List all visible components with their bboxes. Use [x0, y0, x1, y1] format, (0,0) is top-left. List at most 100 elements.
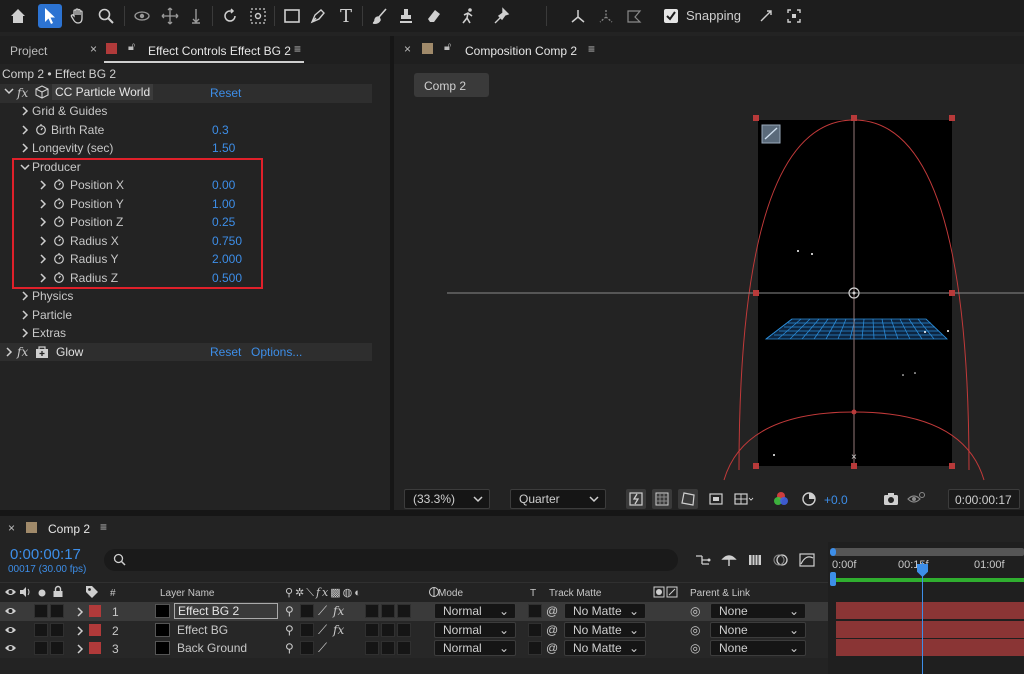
layer-name[interactable]: Effect BG: [177, 623, 228, 637]
world-axis-mode-icon[interactable]: [594, 4, 618, 28]
chevron-right-icon[interactable]: [20, 124, 30, 138]
comp-navigator-tab[interactable]: Comp 2: [414, 73, 489, 97]
tab-project[interactable]: Project: [10, 44, 47, 58]
stopwatch-icon[interactable]: [35, 123, 47, 138]
fx-switch[interactable]: fx: [333, 604, 344, 618]
tab-composition[interactable]: Composition Comp 2: [465, 44, 577, 58]
property-group-particle[interactable]: Particle: [0, 306, 372, 325]
adjustment-switch[interactable]: [397, 604, 411, 618]
lock-switch[interactable]: [50, 604, 64, 618]
lock-switch[interactable]: [50, 622, 64, 637]
blend-mode-dropdown[interactable]: Normal ⌄: [434, 640, 516, 656]
snap-edges-icon[interactable]: [754, 4, 778, 28]
eye-icon[interactable]: [4, 605, 17, 620]
property-value[interactable]: 1.50: [212, 141, 235, 155]
chevron-right-icon[interactable]: [20, 327, 30, 341]
region-of-interest-icon[interactable]: [706, 489, 726, 509]
snapshot-camera-icon[interactable]: [882, 490, 900, 508]
frame-blend-switch[interactable]: [365, 622, 379, 637]
layer-duration-bar[interactable]: [836, 620, 1024, 638]
composition-viewer[interactable]: ×: [394, 100, 1024, 484]
eraser-tool-icon[interactable]: [422, 4, 446, 28]
layer-label-color[interactable]: [89, 623, 101, 636]
chevron-right-icon[interactable]: [75, 643, 85, 657]
solo-switch[interactable]: [34, 641, 48, 655]
collapse-switch[interactable]: [300, 641, 314, 655]
adjustment-switch[interactable]: [397, 641, 411, 655]
work-area-bar[interactable]: [832, 548, 1024, 556]
layer-name[interactable]: Back Ground: [177, 641, 247, 655]
panel-menu-icon[interactable]: ≡: [294, 42, 301, 56]
column-layer-name[interactable]: Layer Name: [160, 588, 214, 599]
resolution-dropdown[interactable]: Quarter: [510, 489, 606, 509]
solo-switch[interactable]: [34, 622, 48, 637]
dolly-camera-icon[interactable]: [184, 4, 208, 28]
motion-blur-icon[interactable]: [772, 552, 790, 571]
matte-link-icon[interactable]: @: [546, 641, 558, 655]
fx-toggle-icon[interactable]: fx: [17, 345, 28, 359]
time-graph[interactable]: 0:00f 00:15f 01:00f: [828, 542, 1024, 674]
home-icon[interactable]: [6, 4, 30, 28]
magnification-dropdown[interactable]: (33.3%): [404, 489, 490, 509]
close-icon[interactable]: ×: [404, 42, 411, 56]
panel-menu-icon[interactable]: ≡: [100, 520, 107, 534]
preserve-transparency-switch[interactable]: [528, 622, 542, 637]
rectangle-tool-icon[interactable]: [280, 4, 304, 28]
lock-icon[interactable]: [52, 585, 64, 601]
snap-features-icon[interactable]: [782, 4, 806, 28]
pick-whip-icon[interactable]: ◎: [690, 641, 700, 655]
effect-name[interactable]: Glow: [56, 345, 83, 359]
collapse-switch[interactable]: [300, 604, 314, 618]
effect-header-cc-particle-world[interactable]: fx CC Particle World Reset: [0, 84, 372, 103]
quality-icon[interactable]: ⟋: [318, 603, 327, 619]
anchor-point-tool-icon[interactable]: [246, 4, 270, 28]
clone-stamp-tool-icon[interactable]: [394, 4, 418, 28]
shy-icon[interactable]: ⚲: [285, 623, 294, 637]
motion-blur-switch[interactable]: [381, 622, 395, 637]
lock-icon[interactable]: 🔓︎: [128, 41, 135, 54]
type-tool-icon[interactable]: T: [334, 4, 358, 28]
lock-switch[interactable]: [50, 641, 64, 655]
mask-visibility-icon[interactable]: [678, 489, 698, 509]
property-value[interactable]: 0.3: [212, 123, 229, 137]
graph-editor-icon[interactable]: [798, 552, 816, 571]
show-snapshot-icon[interactable]: [906, 490, 926, 508]
pan-camera-icon[interactable]: [158, 4, 182, 28]
eye-icon[interactable]: [4, 642, 17, 657]
view-axis-mode-icon[interactable]: [622, 4, 646, 28]
layer-duration-bar[interactable]: [836, 602, 1024, 619]
shy-layers-icon[interactable]: [720, 552, 738, 571]
parent-dropdown[interactable]: None ⌄: [710, 640, 806, 656]
blend-mode-dropdown[interactable]: Normal ⌄: [434, 621, 516, 638]
collapse-switch[interactable]: [300, 622, 314, 637]
label-tag-icon[interactable]: [85, 585, 99, 602]
orbit-camera-icon[interactable]: [130, 4, 154, 28]
property-group-extras[interactable]: Extras: [0, 324, 372, 343]
blend-mode-dropdown[interactable]: Normal ⌄: [434, 603, 516, 619]
reset-exposure-icon[interactable]: [800, 490, 818, 508]
eye-icon[interactable]: [4, 586, 17, 601]
frame-blending-icon[interactable]: [746, 552, 764, 571]
track-matte-dropdown[interactable]: No Matte ⌄: [564, 640, 646, 656]
current-time-display[interactable]: 0:00:00:17: [948, 489, 1020, 509]
track-matte-dropdown[interactable]: No Matte ⌄: [564, 603, 646, 619]
work-area-start-handle[interactable]: [830, 548, 836, 556]
chevron-right-icon[interactable]: [75, 606, 85, 620]
property-birth-rate[interactable]: Birth Rate 0.3: [0, 121, 372, 140]
local-axis-mode-icon[interactable]: [566, 4, 590, 28]
eye-icon[interactable]: [4, 624, 17, 639]
shy-icon[interactable]: ⚲: [285, 641, 294, 655]
quality-icon[interactable]: ⟋: [318, 622, 327, 638]
matte-link-icon[interactable]: @: [546, 623, 558, 637]
fx-toggle-icon[interactable]: fx: [17, 86, 28, 100]
current-time[interactable]: 0:00:00:17: [10, 546, 81, 563]
preserve-transparency-switch[interactable]: [528, 604, 542, 618]
roto-brush-tool-icon[interactable]: [456, 4, 480, 28]
frame-blend-switch[interactable]: [365, 641, 379, 655]
parent-dropdown[interactable]: None ⌄: [710, 621, 806, 638]
reset-link[interactable]: Reset: [210, 86, 241, 100]
layer-label-color[interactable]: [89, 642, 101, 654]
property-group-physics[interactable]: Physics: [0, 287, 372, 306]
adjustment-switch[interactable]: [397, 622, 411, 637]
chevron-right-icon[interactable]: [75, 625, 85, 639]
